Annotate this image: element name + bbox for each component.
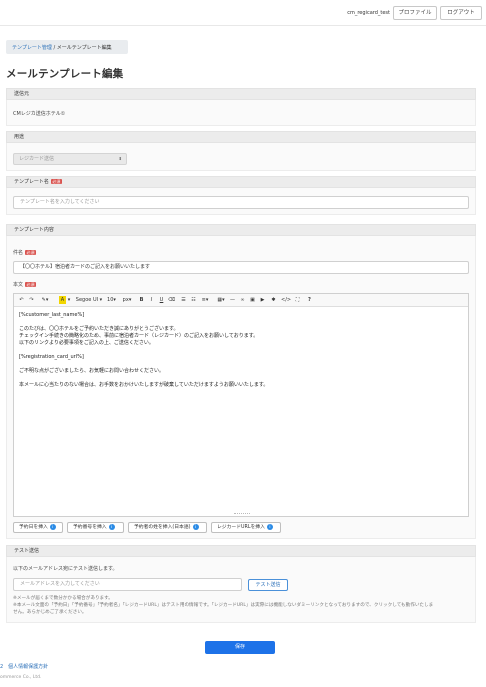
font-size-select[interactable]: 10▾ [106,296,117,304]
test-email-input[interactable]: メールアドレスを入力してください [13,578,242,591]
italic-icon[interactable]: I [148,296,155,304]
logout-button[interactable]: ログアウト [440,6,482,20]
info-icon: i [108,523,115,530]
redo-icon[interactable]: ↷ [28,296,35,304]
test-send-note: せん。あらかじめご了承ください。 [13,610,87,615]
undo-icon[interactable]: ↶ [18,296,25,304]
numbered-list-icon[interactable]: ☷ [190,296,197,304]
test-send-button[interactable]: テスト送信 [248,579,288,591]
image-icon[interactable]: ▣ [249,296,256,304]
test-send-note: ※本メール文面の「予約日」「予約番号」「予約者名」「レジカードURL」はテスト用… [13,603,434,608]
body-line: [%registration_card_url%] [19,354,84,360]
insert-reservation-number-button[interactable]: 予約番号を挿入 i [67,522,124,533]
test-send-instruction: 以下のメールアドレス宛にテスト送信します。 [13,566,118,572]
text-color-icon[interactable]: A [59,296,66,304]
link-icon[interactable]: ∞ [239,296,246,304]
sender-value: CMレジカ送信ホテル① [13,111,66,117]
page-title: メールテンプレート編集 [6,68,124,80]
save-button[interactable]: 保存 [205,641,275,654]
template-content-section-heading: テンプレート内容 [6,224,476,236]
subject-label: 件名 必須 [13,249,37,256]
test-send-section-heading: テスト送信 [6,545,476,557]
rich-text-editor[interactable]: ↶ ↷ ✎▾ A ▾ Segoe UI ▾ 10▾ px▾ B I U ⌫ ☰ … [13,293,469,517]
body-line: [%customer_last_name%] [19,312,85,318]
font-unit-value: px [122,297,129,303]
template-name-input[interactable]: テンプレート名を入力してください [13,196,469,209]
chevron-down-icon[interactable]: ▾ [67,296,71,304]
breadcrumb-separator: / [53,45,56,51]
subject-label-text: 件名 [13,250,24,256]
format-painter-icon[interactable]: ✎▾ [39,296,51,304]
usage-section-heading: 用途 [6,131,476,143]
body-line: ご不明な点がございましたら、お気軽にお問い合わせください。 [19,368,165,374]
info-icon: i [49,523,56,530]
bold-icon[interactable]: B [138,296,145,304]
required-badge: 必須 [25,250,37,255]
breadcrumb-template-management-link[interactable]: テンプレート管理 [12,45,52,51]
special-char-icon[interactable]: ✱ [270,296,277,304]
sender-section-heading: 送信元 [6,88,476,100]
insert-guest-surname-button[interactable]: 予約者の姓を挿入(日本語) i [128,522,207,533]
current-user-name: cm_regicard_test [347,10,390,16]
chevron-updown-icon: ⬍ [118,156,122,161]
font-unit-select[interactable]: px▾ [121,296,133,304]
test-send-note: ※メールが届くまで数分かかる場合があります。 [13,596,113,601]
body-line: 本メールに心当たりのない場合は、お手数をおかけいたしますが破棄していただけますよ… [19,382,269,388]
help-icon[interactable]: ? [306,296,313,304]
template-name-section-heading: テンプレート名 必須 [6,176,476,188]
font-family-select[interactable]: Segoe UI ▾ [74,296,104,304]
table-icon[interactable]: ▦▾ [216,296,226,304]
insert-button-label: 予約者の姓を挿入(日本語) [134,525,191,530]
font-size-value: 10 [107,297,114,303]
editor-toolbar: ↶ ↷ ✎▾ A ▾ Segoe UI ▾ 10▾ px▾ B I U ⌫ ☰ … [14,294,468,307]
sender-section-body [6,100,476,126]
horizontal-rule-icon[interactable]: — [229,296,236,304]
required-badge: 必須 [50,179,62,184]
body-label-text: 本文 [13,282,24,288]
body-line: このたびは、〇〇ホテルをご予約いただき誠にありがとうございます。 [19,326,179,332]
insert-reservation-date-button[interactable]: 予約日を挿入 i [13,522,63,533]
footer-copyright: ommerce Co., Ltd. [0,675,42,680]
insert-regicard-url-button[interactable]: レジカードURLを挿入 i [211,522,281,533]
align-icon[interactable]: ≡▾ [200,296,210,304]
body-line: チェックイン手続きの簡略化のため、事前に宿泊者カード（レジカード）のご記入をお願… [19,333,259,339]
editor-content[interactable]: [%customer_last_name%] このたびは、〇〇ホテルをご予約いた… [19,312,465,396]
font-family-value: Segoe UI [75,297,99,303]
profile-button[interactable]: プロファイル [393,6,437,20]
insert-button-label: レジカードURLを挿入 [217,525,265,530]
body-line: 以下のリンクより必要事項をご記入の上、ご送信ください。 [19,340,154,346]
code-view-icon[interactable]: </> [281,296,291,304]
video-icon[interactable]: ▶ [259,296,266,304]
insert-button-label: 予約日を挿入 [19,525,48,530]
privacy-policy-link[interactable]: 2 個人情報保護方針 [0,663,48,670]
fullscreen-icon[interactable]: ⛶ [293,296,302,304]
info-icon: i [266,523,273,530]
breadcrumb-current: メールテンプレート編集 [56,45,112,51]
bullet-list-icon[interactable]: ☰ [180,296,187,304]
body-label: 本文 必須 [13,281,37,288]
top-header: cm_regicard_test プロファイル ログアウト [0,0,486,26]
underline-icon[interactable]: U [158,296,165,304]
usage-select[interactable]: レジカード送信 ⬍ [13,153,127,165]
subject-input[interactable]: 【〇〇ホテル】宿泊者カードのご記入をお願いいたします [13,261,469,274]
insert-button-label: 予約番号を挿入 [73,525,107,530]
info-icon: i [192,523,199,530]
template-name-heading-label: テンプレート名 [14,179,49,185]
editor-resize-handle[interactable] [234,513,250,515]
breadcrumb: テンプレート管理 / メールテンプレート編集 [6,40,128,54]
eraser-icon[interactable]: ⌫ [168,296,175,304]
required-badge: 必須 [25,282,37,287]
usage-select-value: レジカード送信 [19,156,55,162]
